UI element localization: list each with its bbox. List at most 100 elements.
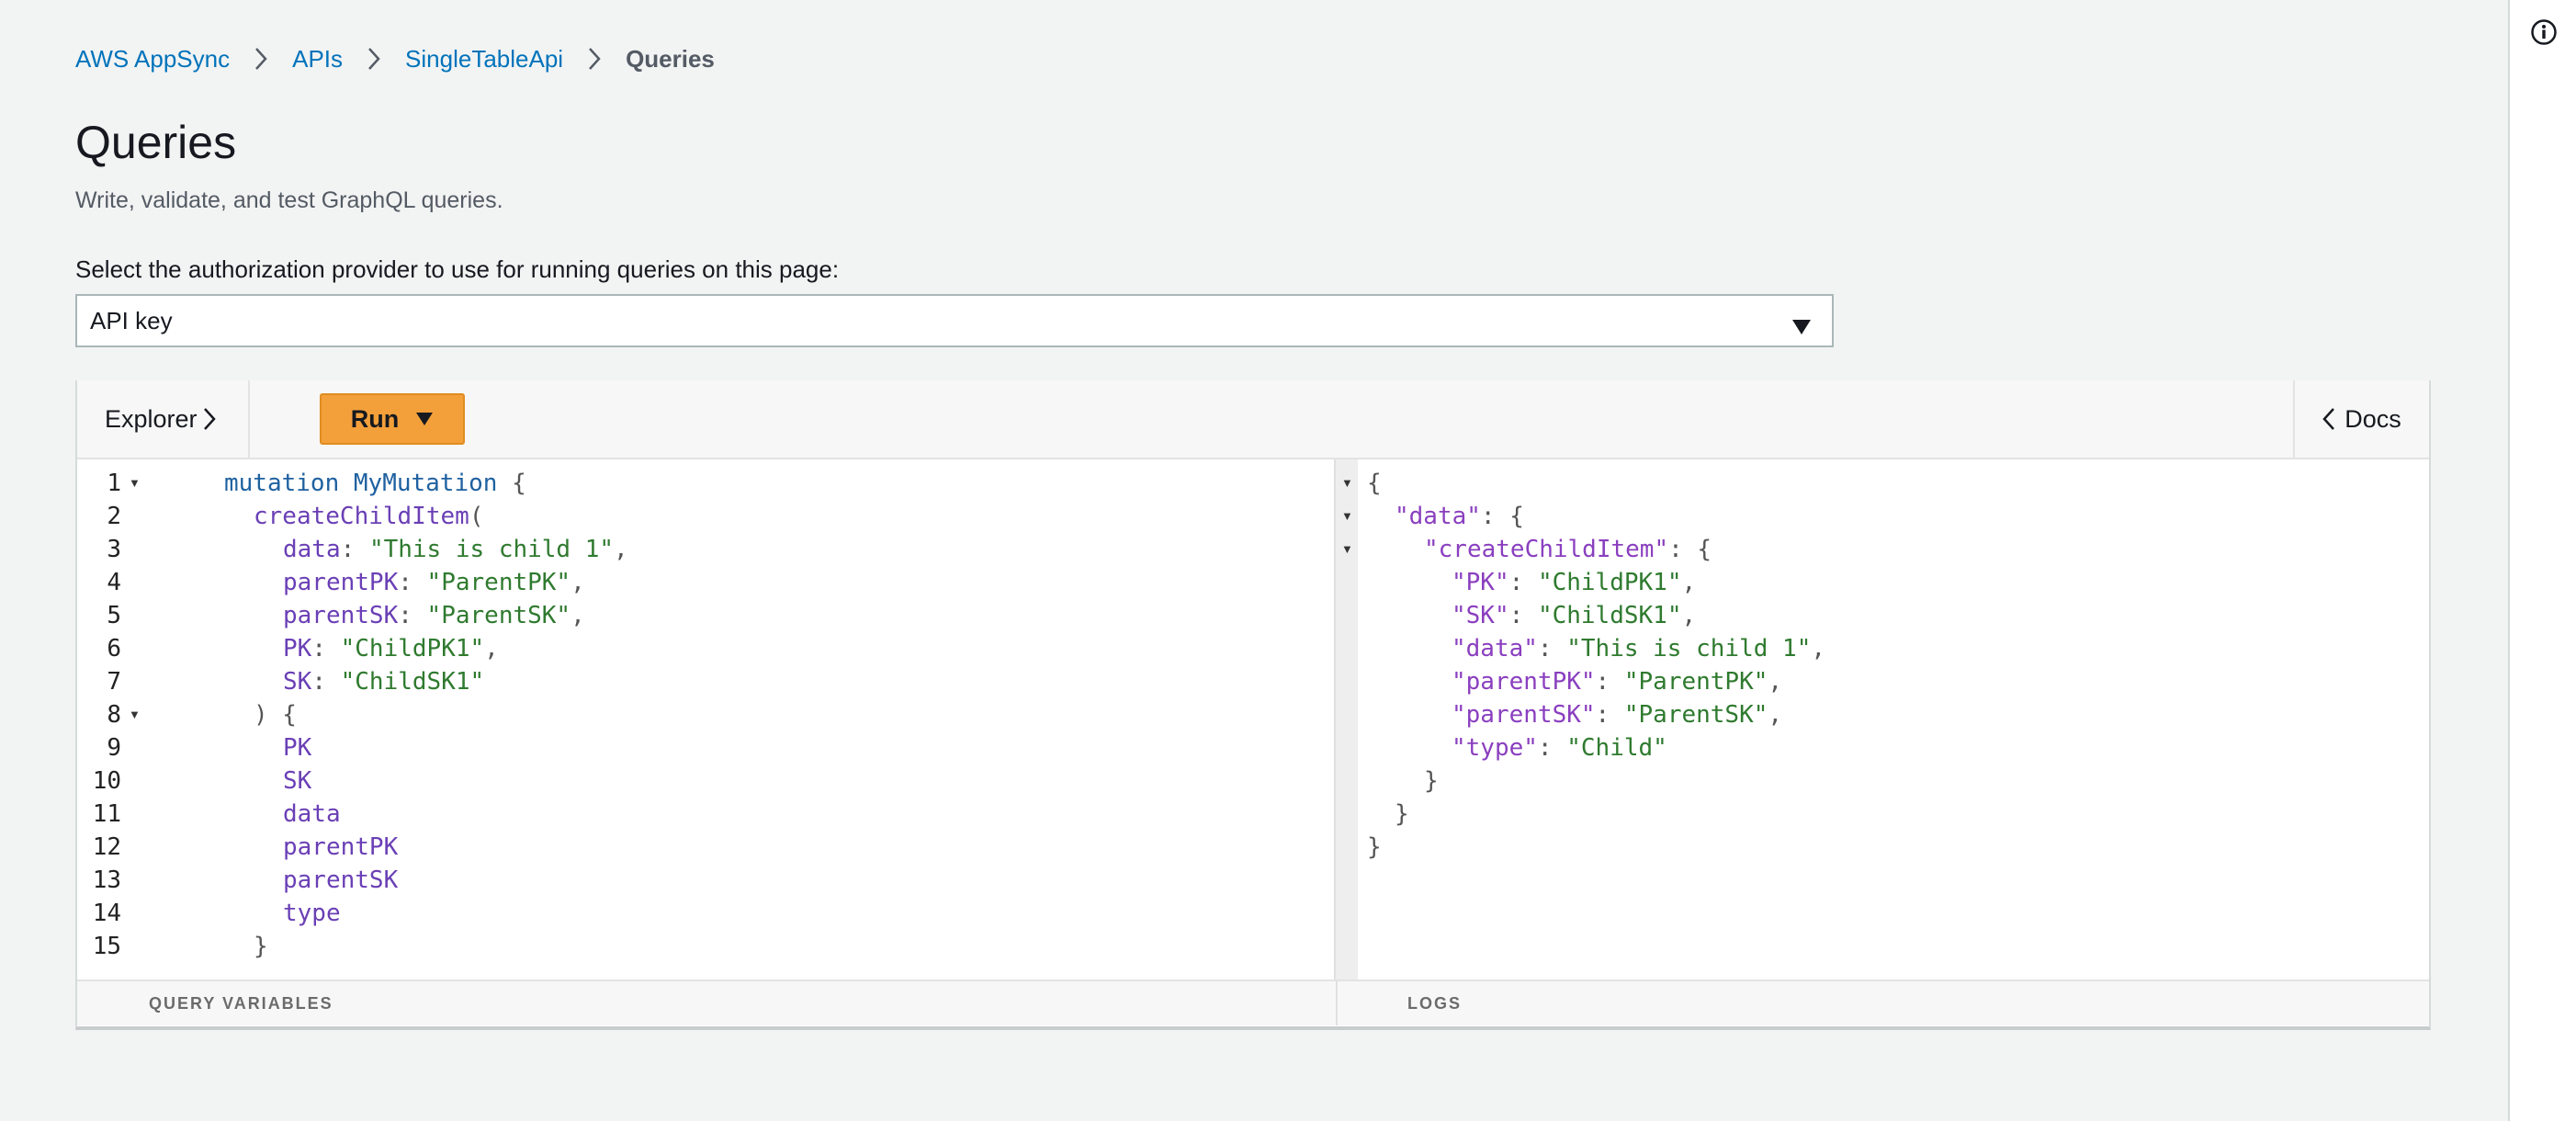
bottom-divider — [1336, 981, 1338, 1025]
result-line: "data": "This is child 1", — [1452, 635, 1825, 662]
fold-arrow-icon[interactable]: ▼ — [129, 698, 141, 731]
result-key: "parentSK" — [1452, 701, 1596, 729]
result-code: { "data": { "createChildItem": { "PK": "… — [1367, 459, 2429, 979]
result-value: "Child" — [1566, 734, 1667, 762]
result-trail: , — [1768, 668, 1783, 696]
fold-arrow-icon[interactable]: ▼ — [1341, 500, 1353, 533]
code-token: MyMutation — [353, 470, 498, 497]
query-variables-tab[interactable]: QUERY VARIABLES — [149, 994, 333, 1013]
chevron-left-icon — [2322, 407, 2335, 431]
editor-bottom-bar: QUERY VARIABLES LOGS — [77, 979, 2429, 1025]
fold-arrow-icon[interactable]: ▼ — [129, 467, 141, 500]
caret-down-icon — [1791, 313, 1812, 334]
chevron-right-icon — [203, 407, 216, 431]
result-line: "data": { — [1395, 503, 1524, 530]
line-number: 6 — [107, 635, 121, 662]
result-line: "createChildItem": { — [1424, 536, 1712, 563]
code-line: type — [283, 900, 341, 927]
code-token: "This is child 1" — [368, 536, 615, 563]
query-code: mutation MyMutation { createChildItem( d… — [149, 459, 1334, 979]
chevron-right-icon — [243, 45, 279, 73]
line-number: 7 — [107, 668, 121, 696]
run-button[interactable]: Run — [320, 393, 465, 445]
result-line: "type": "Child" — [1452, 734, 1667, 762]
code-token: data — [283, 536, 341, 563]
auth-provider-value: API key — [90, 306, 173, 334]
line-number: 11 — [92, 800, 121, 828]
caret-down-icon — [415, 412, 434, 426]
line-number: 14 — [92, 900, 121, 927]
code-token: ) { — [254, 701, 297, 729]
breadcrumb-appsync[interactable]: AWS AppSync — [75, 45, 230, 74]
code-line: parentPK — [283, 833, 399, 861]
line-number: 4 — [107, 569, 121, 596]
line-number: 1 — [107, 470, 121, 497]
result-line: } — [1395, 800, 1409, 828]
line-number-gutter: 1 2 3 4 5 6 7 8 9 10 11 12 13 14 15 ▼ ▼ — [77, 459, 141, 979]
result-key: "data" — [1395, 503, 1481, 530]
line-number: 12 — [92, 833, 121, 861]
code-line: SK: "ChildSK1" — [283, 668, 485, 696]
result-line: { — [1367, 470, 1382, 497]
code-token: { — [497, 470, 526, 497]
fold-arrow-icon[interactable]: ▼ — [1341, 467, 1353, 500]
code-token: ( — [469, 503, 484, 530]
code-line: PK — [283, 734, 312, 762]
result-key: "parentPK" — [1452, 668, 1596, 696]
result-value: "ParentSK" — [1623, 701, 1768, 729]
fold-arrow-icon[interactable]: ▼ — [1341, 533, 1353, 566]
line-number: 3 — [107, 536, 121, 563]
result-line: "SK": "ChildSK1", — [1452, 602, 1697, 629]
code-token: parentPK — [283, 569, 399, 596]
code-line: parentSK — [283, 866, 399, 894]
code-line: } — [254, 933, 268, 960]
auth-provider-select[interactable]: API key — [75, 294, 1834, 347]
page-description: Write, validate, and test GraphQL querie… — [75, 187, 503, 213]
code-token: "ChildSK1" — [340, 668, 485, 696]
help-rail — [2508, 0, 2576, 1121]
chevron-right-icon — [356, 45, 392, 73]
result-key: "SK" — [1452, 602, 1509, 629]
page-title: Queries — [75, 117, 237, 168]
line-number: 5 — [107, 602, 121, 629]
docs-button[interactable]: Docs — [2293, 380, 2429, 458]
code-token: "ChildPK1" — [340, 635, 485, 662]
result-value: "ParentPK" — [1623, 668, 1768, 696]
line-number: 13 — [92, 866, 121, 894]
line-number: 2 — [107, 503, 121, 530]
breadcrumb-current: Queries — [626, 44, 715, 73]
breadcrumb: AWS AppSync APIs SingleTableApi Queries — [75, 40, 715, 77]
breadcrumb-singletableapi[interactable]: SingleTableApi — [405, 45, 563, 74]
result-trail: , — [1681, 569, 1697, 596]
code-line: createChildItem( — [254, 500, 483, 533]
result-trail: , — [1768, 701, 1783, 729]
run-label: Run — [350, 404, 400, 433]
query-editor[interactable]: 1 2 3 4 5 6 7 8 9 10 11 12 13 14 15 ▼ ▼ … — [77, 459, 1336, 979]
result-trail: , — [1681, 602, 1697, 629]
code-line: SK — [283, 767, 312, 795]
code-line: parentSK: "ParentSK", — [283, 602, 585, 629]
code-token: , — [484, 635, 499, 662]
breadcrumb-apis[interactable]: APIs — [292, 45, 343, 74]
editor-toolbar: Explorer Run Docs — [77, 380, 2429, 459]
logs-tab[interactable]: LOGS — [1407, 994, 1462, 1013]
result-line: } — [1367, 833, 1382, 861]
line-number: 8 — [107, 701, 121, 729]
docs-label: Docs — [2344, 404, 2401, 433]
result-value: "ChildPK1" — [1537, 569, 1682, 596]
result-value: "ChildSK1" — [1537, 602, 1682, 629]
code-line: ) { — [254, 698, 297, 731]
result-key: "type" — [1452, 734, 1538, 762]
code-token: parentSK — [283, 602, 399, 629]
explorer-button[interactable]: Explorer — [77, 380, 250, 458]
code-token: createChildItem — [254, 503, 469, 530]
code-line: parentPK: "ParentPK", — [283, 569, 585, 596]
auth-provider-label: Select the authorization provider to use… — [75, 255, 840, 283]
result-line: } — [1424, 767, 1439, 795]
result-viewer: ▼ ▼ ▼ { "data": { "createChildItem": { "… — [1336, 459, 2429, 979]
code-line: PK: "ChildPK1", — [283, 635, 499, 662]
info-icon[interactable] — [2530, 18, 2558, 46]
code-token: PK — [283, 635, 312, 662]
line-number: 10 — [92, 767, 121, 795]
result-key: "data" — [1452, 635, 1538, 662]
